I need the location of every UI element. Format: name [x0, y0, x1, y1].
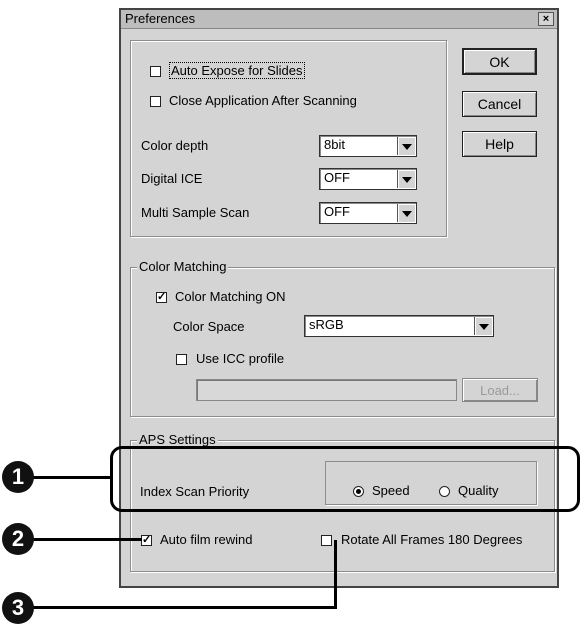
color-matching-on-label: Color Matching ON [175, 289, 286, 304]
load-button[interactable]: Load... [462, 378, 538, 402]
callout-2-leader-line [30, 538, 142, 541]
title-bar: Preferences × [121, 10, 557, 29]
color-depth-dropdown[interactable]: 8bit [319, 135, 417, 157]
rotate-frames-label: Rotate All Frames 180 Degrees [341, 532, 523, 547]
check-icon: ✓ [157, 291, 167, 303]
multi-sample-dropdown[interactable]: OFF [319, 202, 417, 224]
check-icon: ✓ [142, 534, 152, 546]
chevron-down-icon[interactable] [397, 170, 415, 188]
color-space-dropdown[interactable]: sRGB [304, 315, 494, 337]
aps-settings-legend: APS Settings [137, 432, 218, 447]
use-icc-label: Use ICC profile [196, 351, 285, 366]
callout-3-leader-vertical [334, 540, 337, 609]
chevron-down-icon[interactable] [397, 137, 415, 155]
close-button[interactable]: × [538, 12, 554, 26]
rotate-frames-checkbox[interactable] [321, 535, 332, 546]
callout-2-number: 2 [2, 523, 34, 555]
color-matching-legend: Color Matching [137, 259, 229, 274]
color-depth-label: Color depth [141, 138, 209, 153]
digital-ice-dropdown[interactable]: OFF [319, 168, 417, 190]
auto-film-rewind-label: Auto film rewind [160, 532, 253, 547]
close-app-checkbox[interactable] [150, 96, 161, 107]
icc-profile-path-field[interactable] [196, 379, 457, 401]
callout-1-leader-line [30, 476, 112, 479]
color-depth-value: 8bit [324, 137, 345, 152]
color-space-label: Color Space [173, 319, 245, 334]
callout-1-highlight [110, 446, 580, 512]
ok-button[interactable]: OK [462, 48, 537, 75]
auto-film-rewind-checkbox[interactable]: ✓ [141, 535, 152, 546]
callout-3-number: 3 [2, 592, 34, 624]
multi-sample-value: OFF [324, 204, 350, 219]
multi-sample-label: Multi Sample Scan [141, 205, 250, 220]
close-app-label: Close Application After Scanning [169, 93, 357, 108]
window-title: Preferences [125, 11, 196, 26]
cancel-button[interactable]: Cancel [462, 91, 537, 117]
color-matching-on-checkbox[interactable]: ✓ [156, 292, 167, 303]
digital-ice-value: OFF [324, 170, 350, 185]
auto-expose-checkbox[interactable] [150, 66, 161, 77]
chevron-down-icon[interactable] [397, 204, 415, 222]
auto-expose-label: Auto Expose for Slides [169, 62, 305, 79]
callout-1-number: 1 [2, 461, 34, 493]
chevron-down-icon[interactable] [474, 317, 492, 335]
callout-3-leader-horizontal [30, 606, 337, 609]
use-icc-checkbox[interactable] [176, 354, 187, 365]
digital-ice-label: Digital ICE [141, 171, 203, 186]
help-button[interactable]: Help [462, 131, 537, 157]
color-space-value: sRGB [309, 317, 344, 332]
